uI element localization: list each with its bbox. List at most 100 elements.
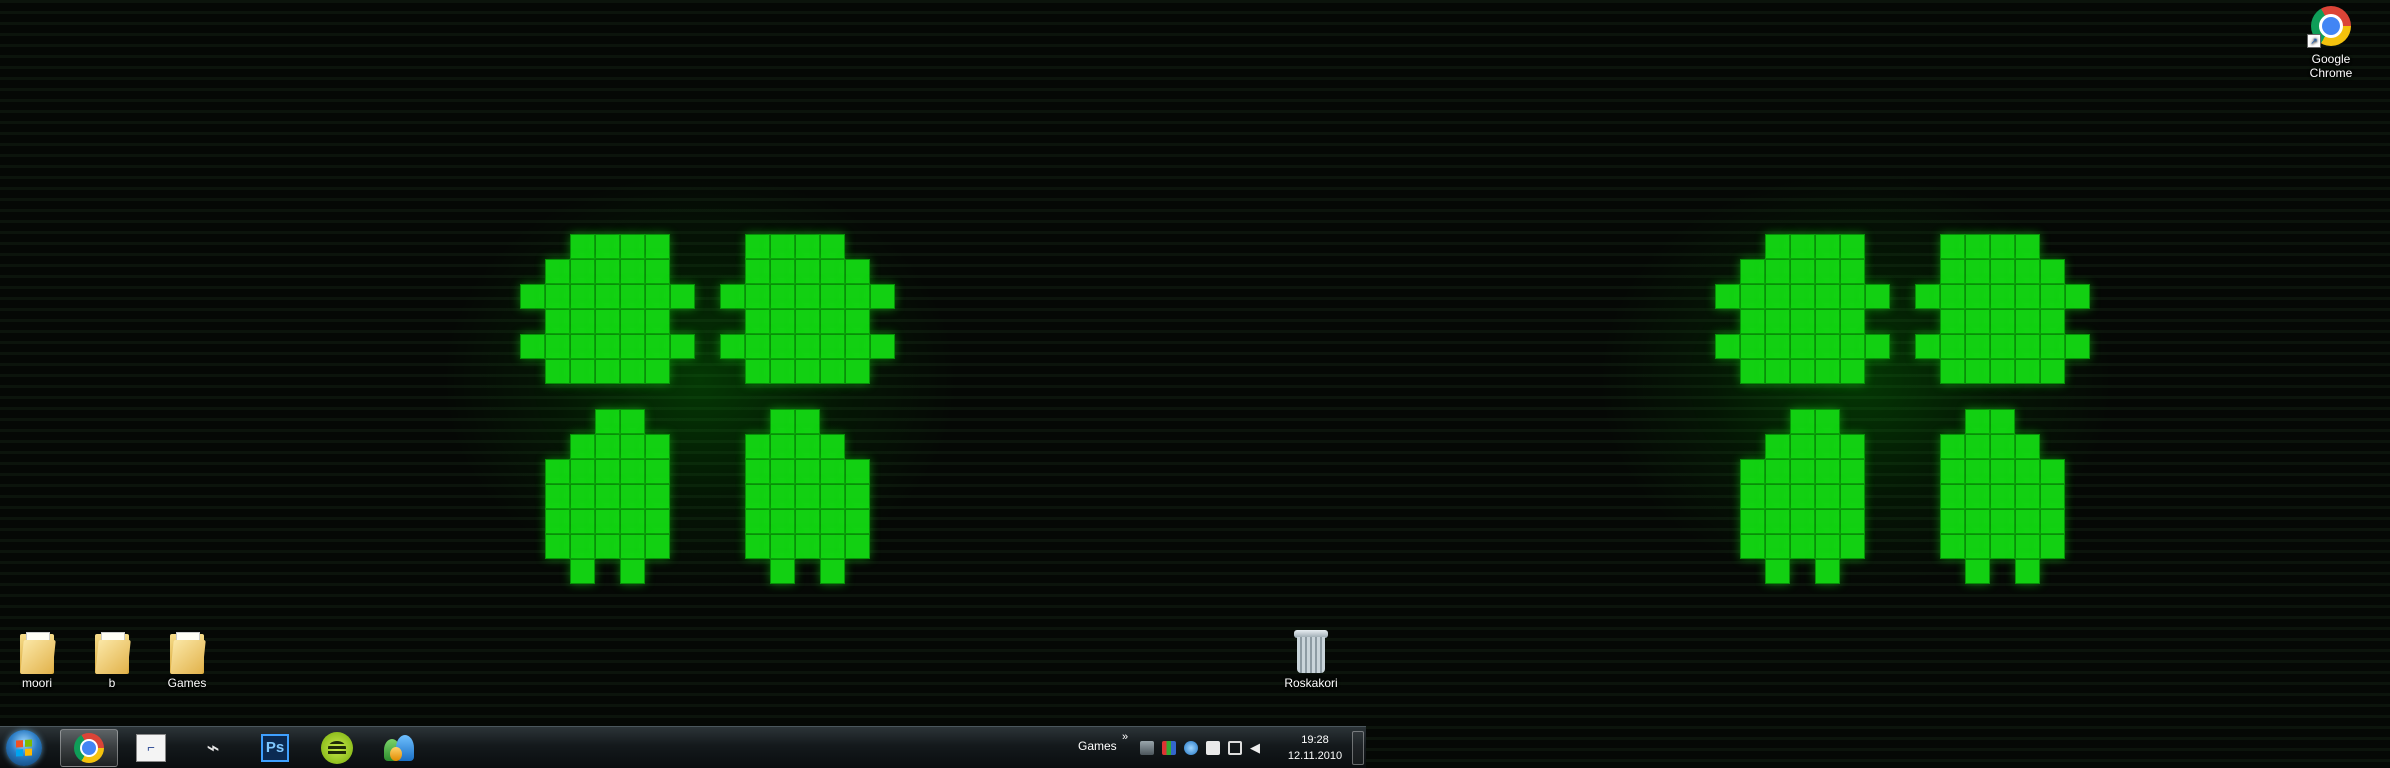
taskbar-button-steam[interactable]: ⌁ [184,729,242,767]
desktop-icon-label: Google Chrome [2309,52,2353,80]
wallpaper-pixel [795,359,820,384]
wallpaper-pixel [745,234,770,259]
wallpaper-pixel [1965,459,1990,484]
wallpaper-pixel [1965,509,1990,534]
wallpaper-pixel [1840,484,1865,509]
wallpaper-pixel [1740,259,1765,284]
battery-icon[interactable] [1206,740,1220,755]
wallpaper-pixel [1940,434,1965,459]
wallpaper-pixel [1840,259,1865,284]
wallpaper-pixel [1715,284,1740,309]
wallpaper-pixel [620,509,645,534]
wallpaper-pixel [1940,284,1965,309]
wallpaper-pixel [820,484,845,509]
wallpaper-pixel [1790,309,1815,334]
wallpaper-pixel [1815,559,1840,584]
toolbar-chevron-icon[interactable]: » [1122,731,1128,743]
taskbar-button-spotify[interactable] [308,729,366,767]
wallpaper-pixel [645,534,670,559]
wallpaper-pixel [1990,284,2015,309]
wallpaper-pixel [620,284,645,309]
wallpaper-pixel [770,409,795,434]
messenger-icon [382,733,416,763]
wallpaper-pixel [595,409,620,434]
wallpaper-pixel [1815,334,1840,359]
desktop-folder-moori[interactable]: moori [0,628,74,690]
wallpaper-pixel [1740,484,1765,509]
wallpaper-pixel [870,284,895,309]
wallpaper-pixel [570,334,595,359]
wallpaper-pixel [1765,284,1790,309]
wallpaper-pixel [820,234,845,259]
taskbar-button-photoshop[interactable]: Ps [246,729,304,767]
wallpaper-pixel [545,534,570,559]
wallpaper-pixel [745,459,770,484]
wallpaper-pixel [545,334,570,359]
wallpaper-pixel [2040,309,2065,334]
taskbar-clock[interactable]: 19:28 12.11.2010 [1280,732,1350,764]
wallpaper-pixel [1790,234,1815,259]
wallpaper-pixel [1790,534,1815,559]
toolbar-games[interactable]: Games [1078,739,1117,753]
desktop-shortcut-google-chrome[interactable]: ↗ Google Chrome [2294,6,2368,80]
show-desktop-button[interactable] [1352,731,1364,765]
wallpaper-pixel [595,234,620,259]
wallpaper-pixel [745,534,770,559]
wallpaper-pixel [1990,484,2015,509]
wallpaper-pixel [2040,359,2065,384]
wallpaper-pixel [1965,284,1990,309]
wallpaper-pixel [1790,509,1815,534]
wallpaper-pixel [645,259,670,284]
wallpaper-pixel [545,484,570,509]
desktop-recycle-bin[interactable]: Roskakori [1274,628,1348,690]
wallpaper-pixel [1765,234,1790,259]
wallpaper-pixel [1815,409,1840,434]
desktop-folder-b[interactable]: b [75,628,149,690]
wallpaper-pixel [770,234,795,259]
wallpaper-pixel [745,484,770,509]
wallpaper-pixel [795,459,820,484]
start-button[interactable] [6,730,42,766]
shield-icon[interactable] [1184,740,1198,755]
taskbar-button-chrome[interactable] [60,729,118,767]
desktop-folder-games[interactable]: Games [150,628,224,690]
folder-icon [170,632,206,674]
wallpaper-pixel [845,509,870,534]
wallpaper-pixel [1940,259,1965,284]
wallpaper-pixel [2040,459,2065,484]
wallpaper-pixel [770,334,795,359]
taskbar-button-app-window[interactable]: ⌐ [122,729,180,767]
wallpaper-pixel [2065,284,2090,309]
wallpaper-pixel [645,284,670,309]
wallpaper-pixel [720,284,745,309]
wallpaper-pixel [1965,409,1990,434]
spotify-icon [321,732,353,764]
action-center-icon[interactable] [1228,740,1242,755]
wallpaper-pixel [795,534,820,559]
clock-date: 12.11.2010 [1287,750,1343,762]
wallpaper-pixel [1940,509,1965,534]
wallpaper-pixel [720,334,745,359]
volume-icon[interactable]: ◀ [1250,740,1264,755]
wallpaper-pixel [1815,234,1840,259]
wallpaper-pixel [570,534,595,559]
wallpaper-pixel [845,334,870,359]
taskbar-button-messenger[interactable] [370,729,428,767]
network-icon[interactable] [1140,740,1154,755]
wallpaper-pixel [845,484,870,509]
color-app-icon[interactable] [1162,740,1176,755]
wallpaper-pixel [1990,509,2015,534]
wallpaper-pixel [1990,259,2015,284]
wallpaper-pixel [570,484,595,509]
wallpaper-pixel [745,284,770,309]
wallpaper-pixel [1865,284,1890,309]
desktop-left: moori b Games Roskakori ⌐ ⌁ Ps Games » ◀… [0,0,1366,768]
wallpaper-pixel [620,434,645,459]
wallpaper-pixel [1915,284,1940,309]
wallpaper-pixel [2015,284,2040,309]
wallpaper-pixel [1740,334,1765,359]
wallpaper-pixel [1815,509,1840,534]
wallpaper-pixel [1840,509,1865,534]
wallpaper-pixel [845,259,870,284]
taskbar: ⌐ ⌁ Ps Games » ◀ 19:28 12.11.2010 [0,726,1366,768]
